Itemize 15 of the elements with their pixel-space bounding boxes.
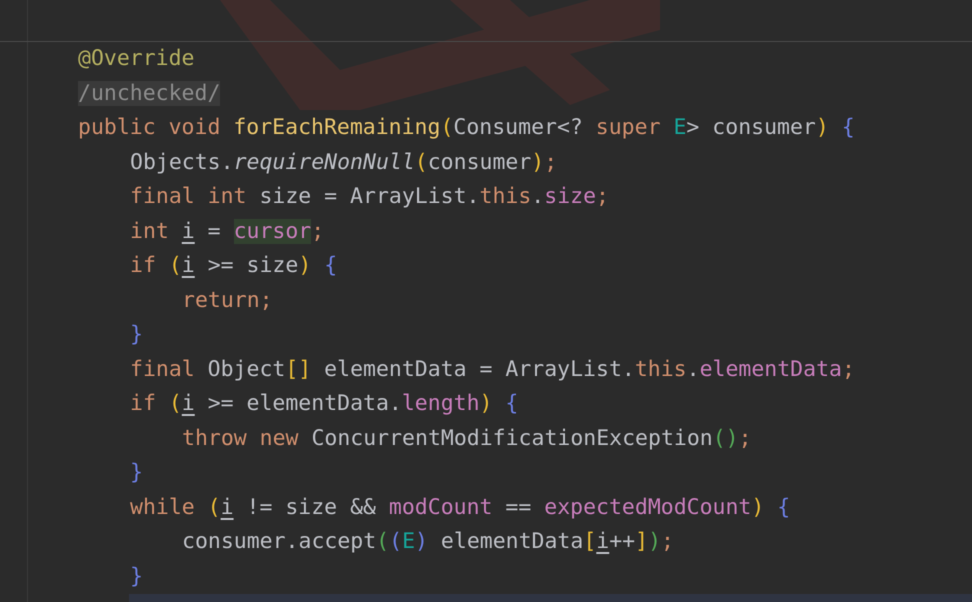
- code-line: throw new ConcurrentModificationException();: [182, 424, 752, 453]
- code-line: }: [130, 562, 143, 591]
- code-line: @Override: [78, 45, 194, 74]
- code-line: }: [130, 321, 143, 350]
- code-line: if (i >= elementData.length) {: [130, 390, 518, 418]
- code-line: public void forEachRemaining(Consumer<? super E> consumer) {: [78, 114, 855, 142]
- code-line: while (i != size && modCount == expectedModCount) {: [130, 494, 790, 522]
- code-line: consumer.accept((E) elementData[i++]);: [182, 528, 674, 556]
- code-line: final int size = ArrayList.this.size;: [130, 183, 609, 212]
- code-line: }: [130, 459, 143, 488]
- code-line: Objects.requireNonNull(consumer);: [130, 148, 558, 177]
- code-line: if (i >= size) {: [130, 252, 338, 280]
- code-line: final Object[] elementData = ArrayList.this.elementData;: [130, 356, 855, 384]
- code-line: return;: [182, 286, 273, 315]
- code-line: int i = cursor;: [130, 218, 324, 246]
